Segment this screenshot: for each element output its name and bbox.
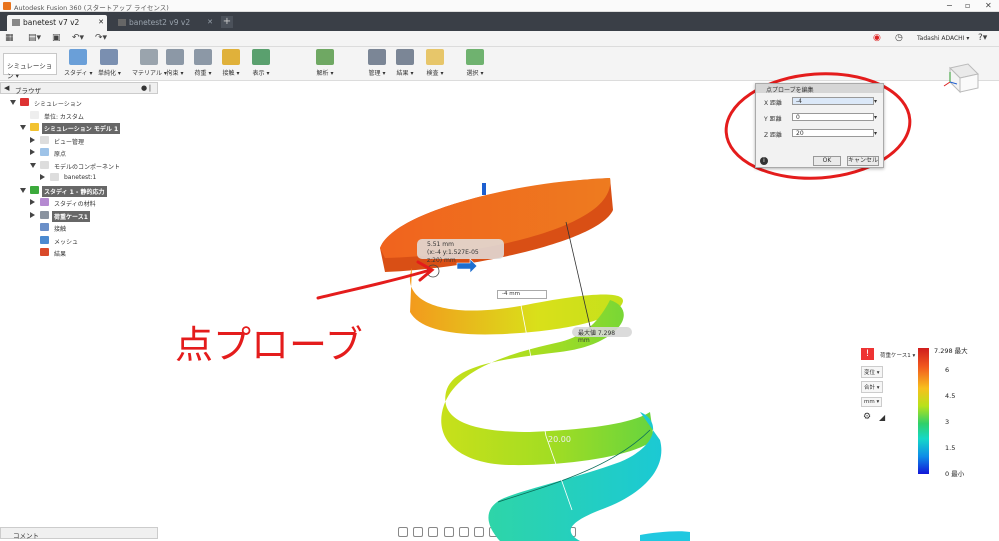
distance-input[interactable]: -4 mm: [497, 290, 547, 299]
fixture-marker: [482, 183, 486, 195]
spring-coil-tail: [640, 531, 690, 541]
info-icon[interactable]: i: [760, 157, 768, 165]
legend-tick: 7.298 最大: [934, 347, 968, 355]
legend-tick: 4.5: [945, 392, 956, 400]
legend-tick: 6: [945, 366, 950, 374]
viewport-canvas[interactable]: 点プローブ: [0, 0, 999, 541]
x-unit-dropdown[interactable]: ▾: [874, 98, 877, 105]
warning-icon[interactable]: !: [861, 348, 874, 360]
y-unit-dropdown[interactable]: ▾: [874, 114, 877, 121]
legend-tick: 3: [945, 418, 950, 426]
z-distance-label: Z 距離: [764, 132, 783, 139]
dialog-title: 点プローブを編集: [756, 84, 883, 94]
legend-resize-icon[interactable]: ◢: [879, 413, 885, 422]
result-legend: ! 荷重ケース1 ▾ 変位 ▾ 合計 ▾ mm ▾ ⚙ ◢ 7.298 最大 6…: [852, 344, 997, 479]
edit-point-probe-dialog: 点プローブを編集 X 距離 -4 ▾ Y 距離 0 ▾ Z 距離 20 ▾ i …: [755, 83, 884, 168]
annotation-text: 点プローブ: [175, 323, 363, 367]
ok-button[interactable]: OK: [813, 156, 841, 166]
z-unit-dropdown[interactable]: ▾: [874, 130, 877, 137]
color-scale-bar: [918, 348, 929, 474]
unit-dropdown[interactable]: mm ▾: [861, 397, 883, 407]
legend-settings-gear-icon[interactable]: ⚙: [863, 412, 871, 422]
probe-value: 5.51 mm: [427, 241, 454, 248]
z-distance-input[interactable]: 20: [792, 129, 874, 137]
loadcase-dropdown[interactable]: 荷重ケース1 ▾: [878, 350, 917, 360]
legend-tick: 0 最小: [945, 470, 965, 478]
component-dropdown[interactable]: 合計 ▾: [861, 381, 883, 393]
legend-tick: 1.5: [945, 444, 956, 452]
y-distance-label: Y 距離: [764, 116, 782, 123]
dimension-label: 20.00: [548, 435, 571, 444]
cancel-button[interactable]: キャンセル: [847, 156, 879, 166]
x-distance-input[interactable]: -4: [792, 97, 874, 105]
x-distance-label: X 距離: [764, 100, 783, 107]
spring-coil-upper: [409, 268, 624, 335]
result-type-dropdown[interactable]: 変位 ▾: [861, 366, 883, 378]
view-cube[interactable]: [938, 60, 983, 95]
y-distance-input[interactable]: 0: [792, 113, 874, 121]
max-value-label: 最大値 7.298 mm: [572, 327, 632, 344]
probe-result-tooltip: 5.51 mm (x:-4 y:1.527E-05 z:20) mm: [417, 239, 504, 264]
probe-coordinates: (x:-4 y:1.527E-05 z:20) mm: [427, 249, 479, 264]
